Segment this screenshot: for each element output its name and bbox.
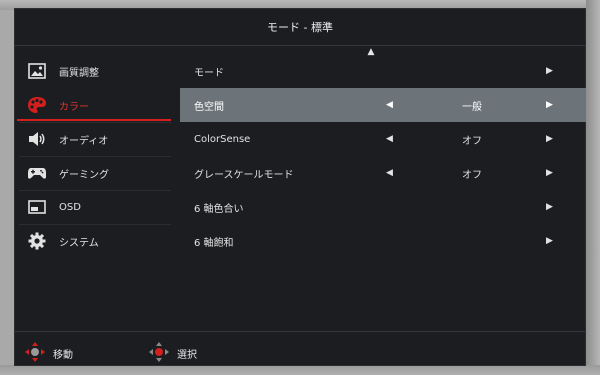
osd-title: モード - 標準 [267,21,333,34]
sidebar-item-picture[interactable]: 画質調整 [15,54,175,88]
speaker-icon [27,129,47,149]
row-label: 色空間 [194,101,224,113]
gear-icon [27,231,47,251]
left-arrow-icon[interactable]: ◀ [386,168,393,178]
row-label: 6 軸色合い [194,203,244,215]
sidebar-item-system[interactable]: システム [15,224,175,258]
setting-row-colorsense[interactable]: ColorSense ◀ オフ ▶ [180,122,586,156]
left-arrow-icon[interactable]: ◀ [386,100,393,110]
right-arrow-icon[interactable]: ▶ [546,100,553,110]
palette-icon [27,95,47,115]
row-label: ColorSense [194,133,251,145]
right-arrow-icon[interactable]: ▶ [546,134,553,144]
osd-title-bar: モード - 標準 [15,9,585,45]
sidebar-item-osd[interactable]: OSD [15,190,175,224]
monitor-bezel-bottom [0,365,600,375]
right-arrow-icon[interactable]: ▶ [546,168,553,178]
row-value: オフ [462,135,482,147]
sidebar-item-label: 画質調整 [59,67,99,79]
setting-row-mode[interactable]: モード ▶ [180,54,586,88]
hint-move: 移動 [25,342,73,365]
right-arrow-icon[interactable]: ▶ [546,236,553,246]
hint-select: 選択 [149,342,197,365]
sidebar-item-label: システム [59,237,99,249]
osd-menu: モード - 標準 ▲ 画質調整 カラー オーディオ ゲーミング OSD システム… [14,8,586,366]
osd-footer: 移動 選択 [15,338,585,366]
row-label: 6 軸飽和 [194,237,234,249]
monitor-bezel-right [586,0,600,375]
hint-select-label: 選択 [177,350,197,361]
gamepad-icon [27,163,47,183]
right-arrow-icon[interactable]: ▶ [546,202,553,212]
sidebar-item-color[interactable]: カラー [15,88,175,122]
left-arrow-icon[interactable]: ◀ [386,134,393,144]
row-label: グレースケールモード [194,169,294,181]
sidebar-item-label: OSD [59,201,81,213]
row-value: 一般 [462,101,482,113]
osd-content: モード ▶ 色空間 ◀ 一般 ▶ ColorSense ◀ オフ ▶ グレースケ… [180,54,586,258]
right-arrow-icon[interactable]: ▶ [546,66,553,76]
picture-icon [27,61,47,81]
dpad-move-icon [25,342,45,365]
sidebar-item-label: カラー [59,101,89,113]
osd-sidebar: 画質調整 カラー オーディオ ゲーミング OSD システム [15,54,175,258]
title-divider [15,45,585,46]
hint-move-label: 移動 [53,350,73,361]
sidebar-item-label: オーディオ [59,135,109,147]
setting-row-grayscale-mode[interactable]: グレースケールモード ◀ オフ ▶ [180,156,586,190]
dpad-select-icon [149,342,169,365]
row-label: モード [194,67,224,79]
sidebar-item-label: ゲーミング [59,169,109,181]
osd-window-icon [27,197,47,217]
row-value: オフ [462,169,482,181]
sidebar-item-gaming[interactable]: ゲーミング [15,156,175,190]
footer-divider [15,331,585,332]
setting-row-six-axis-hue[interactable]: 6 軸色合い ▶ [180,190,586,224]
sidebar-item-audio[interactable]: オーディオ [15,122,175,156]
setting-row-color-space[interactable]: 色空間 ◀ 一般 ▶ [180,88,586,122]
setting-row-six-axis-saturation[interactable]: 6 軸飽和 ▶ [180,224,586,258]
